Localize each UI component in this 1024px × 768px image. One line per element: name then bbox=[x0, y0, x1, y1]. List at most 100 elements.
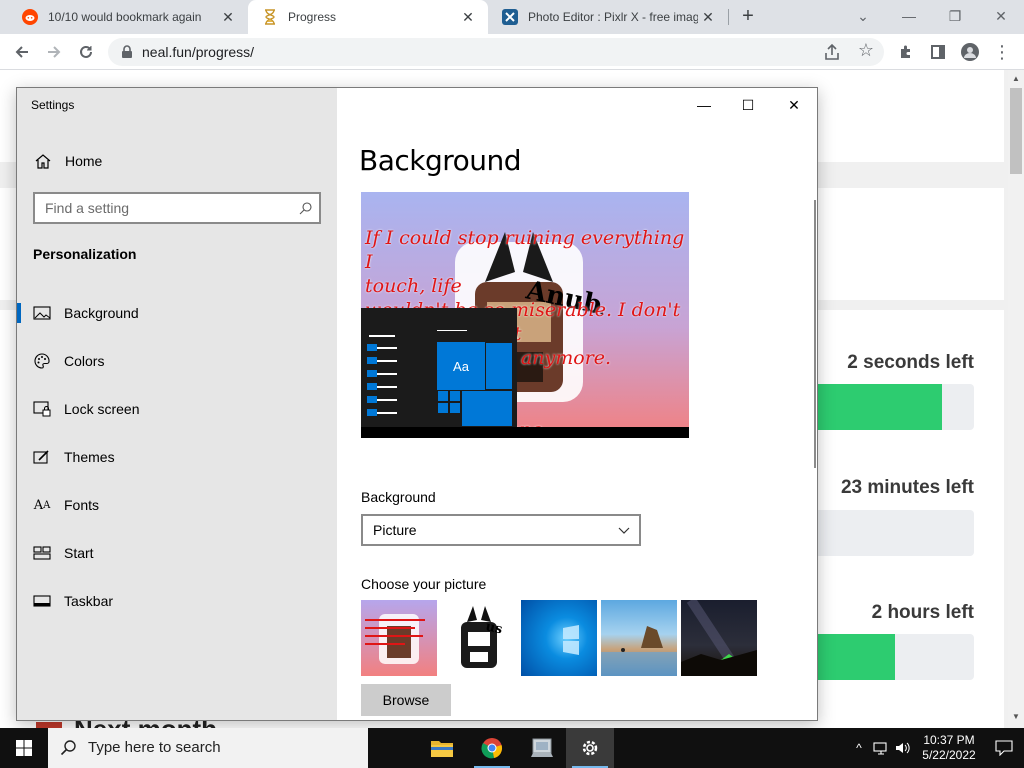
close-window-icon[interactable]: ✕ bbox=[986, 4, 1016, 28]
dropdown-value: Picture bbox=[373, 522, 417, 538]
start-square bbox=[367, 357, 377, 364]
sidebar-item-background[interactable]: Background bbox=[17, 293, 337, 333]
clock[interactable]: 10:37 PM 5/22/2022 bbox=[914, 733, 984, 763]
close-icon[interactable]: ✕ bbox=[458, 9, 478, 26]
start-tile bbox=[437, 402, 449, 414]
profile-icon[interactable] bbox=[958, 40, 982, 64]
sidebar-item-label: Background bbox=[64, 305, 139, 321]
tab-pixlr[interactable]: Photo Editor : Pixlr X - free image ✕ bbox=[488, 0, 728, 34]
start-icon bbox=[32, 543, 52, 563]
clock-date: 5/22/2022 bbox=[922, 748, 976, 762]
start-tile bbox=[485, 342, 513, 390]
sidebar-item-fonts[interactable]: AA Fonts bbox=[17, 485, 337, 525]
picture-thumbnail[interactable] bbox=[681, 600, 757, 676]
sidebar-item-home[interactable]: Home bbox=[17, 146, 337, 176]
fonts-icon: AA bbox=[33, 497, 51, 513]
start-tile bbox=[449, 390, 461, 402]
minimize-icon[interactable]: — bbox=[681, 92, 727, 118]
lock-icon[interactable] bbox=[120, 45, 134, 59]
browser-toolbar: neal.fun/progress/ ☆ ⋮ bbox=[0, 34, 1024, 70]
choose-picture-label: Choose your picture bbox=[361, 576, 487, 592]
search-placeholder: Find a setting bbox=[45, 200, 130, 216]
start-line bbox=[377, 347, 397, 349]
star-icon[interactable]: ☆ bbox=[858, 40, 874, 61]
tab-progress[interactable]: Progress ✕ bbox=[248, 0, 488, 34]
close-icon[interactable]: ✕ bbox=[771, 92, 817, 118]
start-square bbox=[367, 344, 377, 351]
settings-gear-icon[interactable] bbox=[566, 728, 614, 768]
picture-icon bbox=[32, 303, 52, 323]
picture-thumbnail[interactable] bbox=[601, 600, 677, 676]
start-tile bbox=[437, 390, 449, 402]
sidebar-item-start[interactable]: Start bbox=[17, 533, 337, 573]
start-tile bbox=[461, 390, 513, 427]
sidebar-item-lock-screen[interactable]: Lock screen bbox=[17, 389, 337, 429]
sidebar-item-label: Lock screen bbox=[64, 401, 140, 417]
sidebar-item-themes[interactable]: Themes bbox=[17, 437, 337, 477]
desktop-preview: Anubis If I could stop ruining everythin… bbox=[361, 192, 689, 438]
find-setting-input[interactable]: Find a setting bbox=[33, 192, 321, 224]
tab-title: Progress bbox=[288, 10, 337, 24]
browse-button[interactable]: Browse bbox=[361, 684, 451, 716]
file-explorer-icon[interactable] bbox=[418, 728, 466, 768]
progress-bar-fill bbox=[816, 634, 895, 680]
extensions-icon[interactable] bbox=[894, 40, 918, 64]
content-scrollbar[interactable] bbox=[814, 200, 816, 468]
address-bar[interactable]: neal.fun/progress/ ☆ bbox=[108, 38, 884, 66]
browser-tab-strip: 10/10 would bookmark again ✕ Progress ✕ … bbox=[0, 0, 1024, 34]
settings-sidebar: Settings Home Find a setting Personaliza… bbox=[17, 88, 337, 720]
new-tab-button[interactable]: + bbox=[736, 5, 760, 29]
hourglass-icon bbox=[262, 9, 278, 25]
settings-content: — ☐ ✕ Background Anubis If I could stop … bbox=[337, 88, 817, 720]
start-square bbox=[367, 396, 377, 403]
palette-icon bbox=[32, 351, 52, 371]
start-line bbox=[437, 330, 467, 331]
page-scrollbar-thumb[interactable] bbox=[1010, 88, 1022, 174]
forward-icon[interactable] bbox=[42, 40, 66, 64]
taskbar-search-box[interactable]: Type here to search bbox=[48, 728, 368, 768]
tab-search-icon[interactable]: ⌄ bbox=[848, 4, 878, 28]
url-text[interactable]: neal.fun/progress/ bbox=[142, 44, 254, 60]
scroll-up-icon[interactable]: ▲ bbox=[1010, 74, 1022, 86]
preview-taskbar bbox=[361, 427, 689, 438]
reload-icon[interactable] bbox=[74, 40, 98, 64]
start-menu-preview: Aa bbox=[361, 308, 517, 427]
scroll-down-icon[interactable]: ▼ bbox=[1010, 712, 1022, 724]
sidebar-item-colors[interactable]: Colors bbox=[17, 341, 337, 381]
back-icon[interactable] bbox=[10, 40, 34, 64]
share-icon[interactable] bbox=[822, 42, 842, 62]
sidebar-item-label: Fonts bbox=[64, 497, 100, 513]
tab-reddit[interactable]: 10/10 would bookmark again ✕ bbox=[8, 0, 248, 34]
clock-time: 10:37 PM bbox=[923, 733, 975, 747]
chevron-up-icon[interactable]: ^ bbox=[848, 728, 870, 768]
background-type-dropdown[interactable]: Picture bbox=[361, 514, 641, 546]
settings-window: Settings Home Find a setting Personaliza… bbox=[16, 87, 818, 721]
lock-screen-icon bbox=[32, 399, 52, 419]
progress-bar bbox=[816, 634, 974, 680]
picture-thumbnail[interactable] bbox=[361, 600, 437, 676]
photos-icon[interactable] bbox=[518, 728, 566, 768]
start-square bbox=[367, 370, 377, 377]
sidepanel-icon[interactable] bbox=[926, 40, 950, 64]
sidebar-item-label: Start bbox=[64, 545, 94, 561]
taskbar-icon bbox=[32, 591, 52, 611]
maximize-icon[interactable]: ☐ bbox=[725, 92, 771, 118]
volume-icon[interactable] bbox=[892, 728, 914, 768]
network-icon[interactable] bbox=[870, 728, 892, 768]
picture-thumbnail[interactable]: us bbox=[441, 600, 517, 676]
restore-icon[interactable]: ❐ bbox=[940, 4, 970, 28]
close-icon[interactable]: ✕ bbox=[698, 9, 718, 26]
windows-start-icon[interactable] bbox=[0, 728, 48, 768]
timer-label: 23 minutes left bbox=[840, 477, 974, 498]
menu-icon[interactable]: ⋮ bbox=[990, 40, 1014, 64]
chrome-icon[interactable] bbox=[468, 728, 516, 768]
sidebar-item-taskbar[interactable]: Taskbar bbox=[17, 581, 337, 621]
start-line bbox=[377, 399, 397, 401]
taskbar-search-placeholder: Type here to search bbox=[88, 739, 221, 756]
notifications-icon[interactable] bbox=[984, 728, 1024, 768]
reddit-icon bbox=[22, 9, 38, 25]
picture-thumbnail[interactable] bbox=[521, 600, 597, 676]
close-icon[interactable]: ✕ bbox=[218, 9, 238, 26]
progress-bar-fill bbox=[816, 384, 943, 430]
minimize-icon[interactable]: — bbox=[894, 4, 924, 28]
